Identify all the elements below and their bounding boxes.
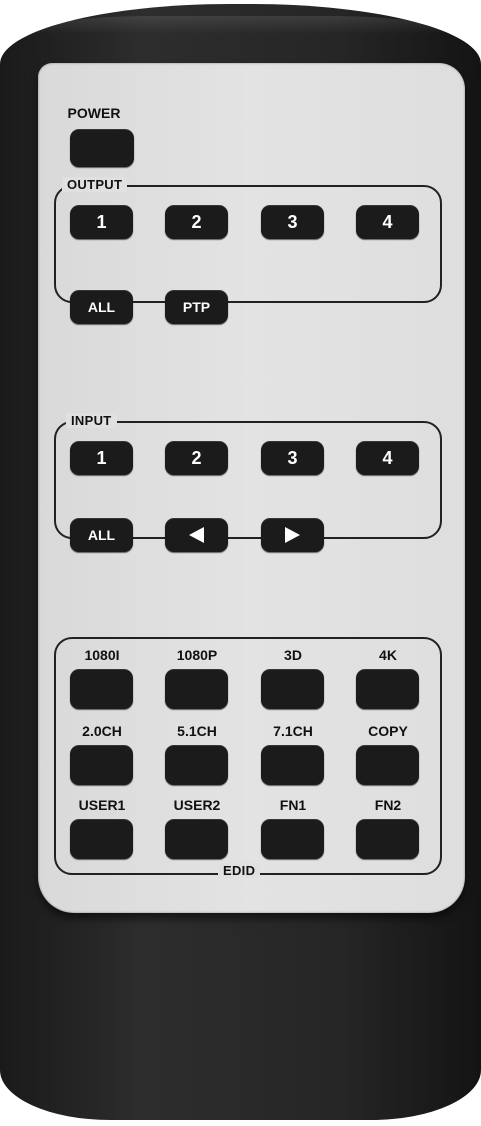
edid-copy-button[interactable] [356, 745, 419, 785]
edid-user2-button[interactable] [165, 819, 228, 859]
edid-group-title: EDID [218, 863, 261, 878]
edid-7-1ch-button[interactable] [261, 745, 324, 785]
input-3-button[interactable]: 3 [261, 441, 324, 475]
edid-label-user1: USER1 [78, 797, 126, 813]
output-ptp-button[interactable]: PTP [165, 290, 228, 324]
button-panel: POWER OUTPUT 1 2 3 4 ALL PTP INPUT 1 2 3… [38, 63, 465, 913]
edid-label-copy: COPY [368, 723, 408, 739]
output-group-frame [54, 185, 442, 303]
input-left-button[interactable] [165, 518, 228, 552]
edid-label-fn1: FN1 [279, 797, 307, 813]
output-2-button[interactable]: 2 [165, 205, 228, 239]
edid-4k-button[interactable] [356, 669, 419, 709]
left-arrow-icon [189, 527, 204, 543]
input-1-button[interactable]: 1 [70, 441, 133, 475]
edid-2-0ch-button[interactable] [70, 745, 133, 785]
edid-1080p-button[interactable] [165, 669, 228, 709]
input-2-button[interactable]: 2 [165, 441, 228, 475]
edid-5-1ch-button[interactable] [165, 745, 228, 785]
right-arrow-icon [285, 527, 300, 543]
power-label: POWER [67, 105, 121, 121]
edid-label-1080i: 1080I [84, 647, 120, 663]
power-button[interactable] [70, 129, 134, 167]
remote-highlight [30, 16, 450, 34]
input-4-button[interactable]: 4 [356, 441, 419, 475]
edid-label-user2: USER2 [173, 797, 221, 813]
edid-3d-button[interactable] [261, 669, 324, 709]
output-group-title: OUTPUT [62, 177, 128, 192]
input-group-title: INPUT [66, 413, 117, 428]
output-4-button[interactable]: 4 [356, 205, 419, 239]
output-all-button[interactable]: ALL [70, 290, 133, 324]
output-3-button[interactable]: 3 [261, 205, 324, 239]
edid-label-fn2: FN2 [374, 797, 402, 813]
edid-user1-button[interactable] [70, 819, 133, 859]
edid-label-3d: 3D [284, 647, 302, 663]
output-1-button[interactable]: 1 [70, 205, 133, 239]
edid-label-1080p: 1080P [176, 647, 218, 663]
edid-label-4k: 4K [379, 647, 397, 663]
edid-fn2-button[interactable] [356, 819, 419, 859]
edid-label-7-1ch: 7.1CH [273, 723, 313, 739]
edid-label-5-1ch: 5.1CH [177, 723, 217, 739]
edid-1080i-button[interactable] [70, 669, 133, 709]
input-right-button[interactable] [261, 518, 324, 552]
input-all-button[interactable]: ALL [70, 518, 133, 552]
edid-fn1-button[interactable] [261, 819, 324, 859]
edid-label-2-0ch: 2.0CH [82, 723, 122, 739]
